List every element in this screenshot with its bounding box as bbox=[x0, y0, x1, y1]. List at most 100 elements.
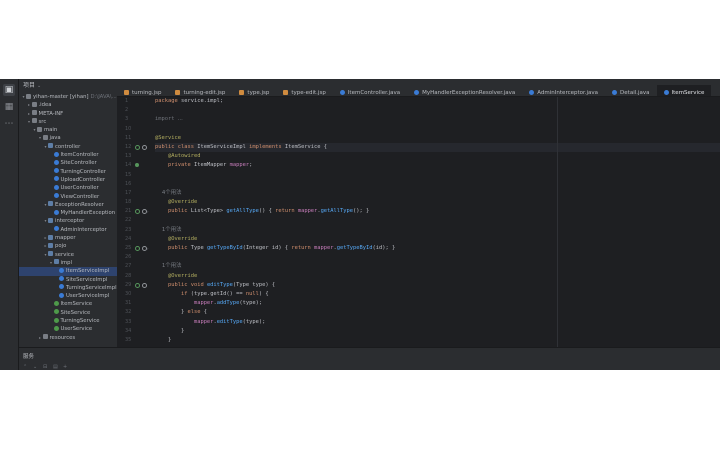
tree-item[interactable]: ▸ META-INF bbox=[19, 110, 117, 118]
tree-item[interactable]: TurningServiceImpl bbox=[19, 284, 117, 292]
code-line: } bbox=[155, 327, 720, 336]
override-icon[interactable] bbox=[142, 144, 147, 150]
tree-item[interactable]: ▾ impl bbox=[19, 259, 117, 267]
folder-icon[interactable]: ▣ bbox=[3, 84, 15, 96]
editor-tab[interactable]: type.jsp bbox=[232, 85, 276, 96]
tree-item[interactable]: UserService bbox=[19, 325, 117, 333]
fold-icon[interactable]: › bbox=[147, 246, 152, 251]
tree-item[interactable]: AdminInterceptor bbox=[19, 226, 117, 234]
structure-icon[interactable]: ▦ bbox=[3, 101, 15, 113]
expand-icon[interactable]: ⌄ bbox=[33, 364, 37, 370]
code-line: @Override bbox=[155, 272, 720, 281]
class-icon bbox=[53, 168, 59, 174]
tree-item[interactable]: SiteServiceImpl bbox=[19, 276, 117, 284]
bean-icon[interactable] bbox=[135, 163, 139, 168]
editor-tab[interactable]: ItemService bbox=[656, 85, 712, 96]
tree-item[interactable]: TurningService bbox=[19, 317, 117, 325]
tree-item[interactable]: ▾ main bbox=[19, 126, 117, 134]
tree-item[interactable]: ▸ resources bbox=[19, 334, 117, 342]
editor-tab[interactable]: AdminInterceptor.java bbox=[522, 85, 605, 96]
jsp-file-icon bbox=[283, 89, 289, 95]
chevron-right-icon[interactable]: ▸ bbox=[27, 110, 32, 118]
implement-icon[interactable] bbox=[135, 282, 140, 288]
tree-item[interactable]: ▾ src bbox=[19, 118, 117, 126]
editor-tab[interactable]: turning.jsp bbox=[117, 85, 168, 96]
line-number-text: 32 bbox=[125, 309, 132, 316]
tree-item[interactable]: ▾ service bbox=[19, 251, 117, 259]
line-number: 35 bbox=[117, 336, 155, 345]
services-panel: 服务 ⌃ ⌄ ⊟ ▤ + bbox=[19, 347, 720, 370]
tree-item-label: SiteController bbox=[60, 160, 97, 167]
chevron-down-icon[interactable]: ▾ bbox=[38, 134, 43, 142]
tree-item[interactable]: ▾ yihan-master [yihan] D:\JAVA\... bbox=[19, 93, 117, 101]
fold-icon[interactable]: › bbox=[147, 209, 152, 214]
editor-tab[interactable]: Detail.java bbox=[605, 85, 656, 96]
line-number-text: 27 bbox=[125, 263, 132, 270]
tree-item[interactable]: ItemServiceImpl bbox=[19, 267, 117, 276]
tree-item[interactable]: TurningController bbox=[19, 168, 117, 176]
tree-item[interactable]: ▸ mapper bbox=[19, 234, 117, 242]
implement-icon[interactable] bbox=[135, 209, 140, 215]
group-icon[interactable]: ▤ bbox=[53, 364, 58, 370]
project-panel-header[interactable]: 项目 ⌄ bbox=[19, 79, 117, 93]
tree-item[interactable]: MyHandlerException bbox=[19, 209, 117, 217]
tree-item[interactable]: ▾ controller bbox=[19, 143, 117, 151]
line-number: 29 bbox=[117, 281, 155, 290]
tree-item-label: interceptor bbox=[55, 218, 85, 225]
chevron-right-icon[interactable]: ▸ bbox=[38, 334, 43, 342]
tree-item[interactable]: ▸ .idea bbox=[19, 101, 117, 109]
editor-tab[interactable]: turning-edit.jsp bbox=[168, 85, 232, 96]
tree-item[interactable]: ViewController bbox=[19, 193, 117, 201]
code-token: ... bbox=[177, 116, 183, 123]
tree-item[interactable]: SiteController bbox=[19, 159, 117, 167]
line-number: 2 bbox=[117, 106, 155, 115]
implement-icon[interactable] bbox=[135, 144, 140, 150]
chevron-down-icon[interactable]: ⌄ bbox=[37, 83, 41, 89]
collapse-icon[interactable]: ⌃ bbox=[23, 364, 27, 370]
code-token: if bbox=[180, 290, 191, 297]
editor-tab-label: type-edit.jsp bbox=[291, 90, 326, 96]
tree-item[interactable]: ▾ ExceptionResolver bbox=[19, 201, 117, 209]
override-icon[interactable] bbox=[142, 282, 147, 288]
code-line: import ... bbox=[155, 115, 720, 124]
code-token: } bbox=[155, 327, 185, 334]
tree-item[interactable]: ▸ pojo bbox=[19, 242, 117, 250]
tree-item[interactable]: ▾ interceptor bbox=[19, 217, 117, 225]
project-panel-title: 项目 bbox=[23, 82, 36, 89]
line-number-text: 2 bbox=[125, 107, 129, 114]
code-token: mapper bbox=[193, 318, 214, 325]
editor-tab-label: ItemController.java bbox=[347, 90, 401, 96]
line-number-text: 23 bbox=[125, 226, 132, 233]
line-number: 23 bbox=[117, 226, 155, 235]
code-token: (type); bbox=[239, 300, 263, 307]
editor-tab[interactable]: type-edit.jsp bbox=[276, 85, 332, 96]
tree-item[interactable]: UserController bbox=[19, 184, 117, 192]
code-token: ItemServiceImpl bbox=[197, 143, 250, 150]
tree-item-label: ItemServiceImpl bbox=[66, 268, 110, 275]
tree-item-label: TurningController bbox=[60, 168, 106, 175]
chevron-down-icon[interactable]: ▾ bbox=[49, 259, 54, 267]
code-editor[interactable]: package service.impl; import ... @Servic… bbox=[155, 97, 720, 347]
right-margin-guide bbox=[557, 97, 558, 347]
add-icon[interactable]: + bbox=[63, 364, 67, 370]
editor-tab[interactable]: ItemController.java bbox=[333, 85, 407, 96]
implement-icon[interactable] bbox=[135, 246, 140, 251]
tree-item[interactable]: ▾ java bbox=[19, 134, 117, 142]
class-icon bbox=[59, 284, 64, 290]
filter-icon[interactable]: ⊟ bbox=[43, 364, 47, 370]
more-icon[interactable]: ⋯ bbox=[3, 118, 15, 130]
chevron-right-icon[interactable]: ▸ bbox=[27, 101, 32, 109]
chevron-down-icon[interactable]: ▾ bbox=[27, 118, 32, 126]
tree-item[interactable]: UserServiceImpl bbox=[19, 292, 117, 300]
editor-tab[interactable]: MyHandlerExceptionResolver.java bbox=[407, 85, 522, 96]
tree-item[interactable]: ItemService bbox=[19, 300, 117, 308]
tree-item[interactable]: ItemController bbox=[19, 151, 117, 159]
code-token: public bbox=[167, 208, 191, 215]
tree-item[interactable]: SiteService bbox=[19, 309, 117, 317]
editor-tab-label: turning.jsp bbox=[132, 90, 162, 96]
tree-item[interactable]: UploadController bbox=[19, 176, 117, 184]
